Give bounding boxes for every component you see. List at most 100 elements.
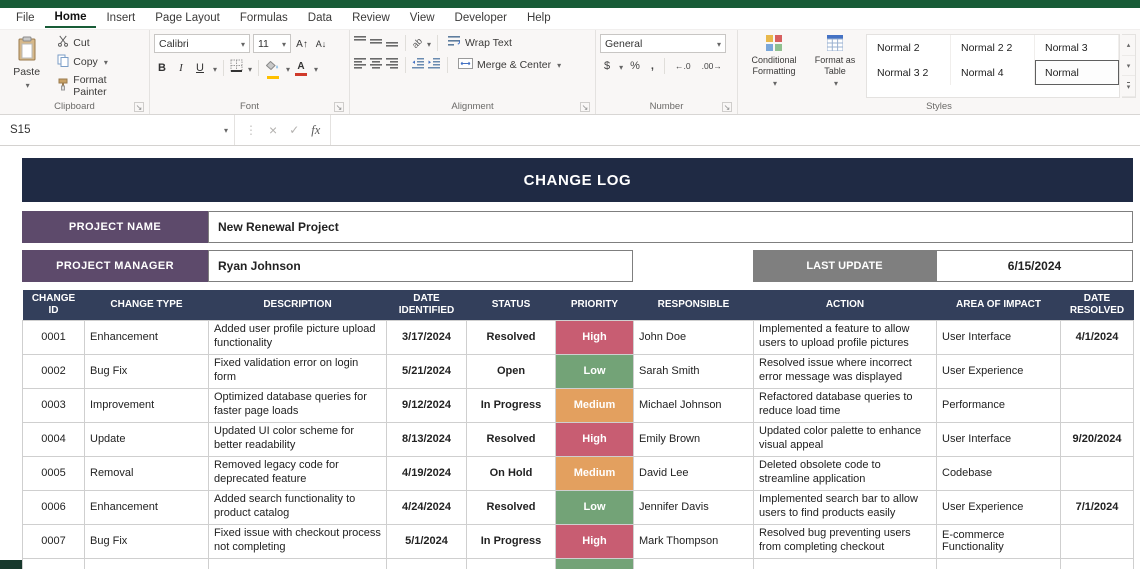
tab-insert[interactable]: Insert <box>96 10 145 27</box>
cell-change-id[interactable]: 0002 <box>22 353 85 389</box>
cell-change-type[interactable] <box>84 557 209 569</box>
cell-description[interactable]: Fixed issue with checkout process not co… <box>208 523 387 559</box>
cut-button[interactable]: Cut <box>53 34 145 51</box>
cell-area-of-impact[interactable]: User Interface <box>936 319 1061 355</box>
header-date-identified[interactable]: DATE IDENTIFIED <box>386 290 467 320</box>
style-gallery-item[interactable]: Normal 4 <box>951 60 1035 85</box>
tab-file[interactable]: File <box>6 10 45 27</box>
decrease-decimal-button[interactable] <box>698 59 726 73</box>
header-change-id[interactable]: CHANGE ID <box>22 290 85 320</box>
cell-priority[interactable]: High <box>555 319 634 355</box>
project-name-value-cell[interactable]: New Renewal Project <box>208 211 1133 243</box>
cell-description[interactable]: Optimized database queries for faster pa… <box>208 387 387 423</box>
cell-status[interactable]: On Hold <box>466 455 556 491</box>
tab-home[interactable]: Home <box>44 9 97 28</box>
format-as-table-button[interactable]: Format as Table <box>806 34 864 88</box>
cell-priority[interactable]: Low <box>555 489 634 525</box>
cell-responsible[interactable]: Jennifer Davis <box>633 489 754 525</box>
cell-responsible[interactable]: Sarah Smith <box>633 353 754 389</box>
number-format-select[interactable]: General <box>600 34 726 53</box>
cell-date-resolved[interactable] <box>1060 353 1134 389</box>
header-responsible[interactable]: RESPONSIBLE <box>633 290 754 320</box>
font-family-select[interactable]: Calibri <box>154 34 250 53</box>
confirm-entry-icon[interactable] <box>289 123 299 137</box>
fill-color-button[interactable] <box>265 57 281 79</box>
cell-date-identified[interactable]: 4/19/2024 <box>386 455 467 491</box>
merge-center-button[interactable]: Merge & Center <box>454 57 565 73</box>
cell-date-resolved[interactable]: 4/1/2024 <box>1060 319 1134 355</box>
cell-date-resolved[interactable]: 9/20/2024 <box>1060 421 1134 457</box>
cell-description[interactable]: Removed legacy code for deprecated featu… <box>208 455 387 491</box>
bold-button[interactable] <box>154 62 170 74</box>
borders-dropdown-icon[interactable] <box>246 59 252 77</box>
tab-view[interactable]: View <box>400 10 445 27</box>
cell-action[interactable]: Implemented a feature to allow users to … <box>753 319 937 355</box>
cell-date-resolved[interactable] <box>1060 557 1134 569</box>
tab-help[interactable]: Help <box>517 10 561 27</box>
italic-button[interactable] <box>173 62 189 74</box>
conditional-formatting-button[interactable]: Conditional Formatting <box>742 34 806 88</box>
gallery-more-icon[interactable] <box>1122 76 1135 98</box>
cell-area-of-impact[interactable]: E-commerce Functionality <box>936 523 1061 559</box>
cell-date-identified[interactable]: 3/17/2024 <box>386 319 467 355</box>
align-bottom-icon[interactable] <box>386 34 399 52</box>
cell-status[interactable]: Open <box>466 353 556 389</box>
alignment-dialog-launcher[interactable] <box>580 102 590 112</box>
cell-area-of-impact[interactable]: Codebase <box>936 455 1061 491</box>
cell-action[interactable]: Resolved bug preventing users from compl… <box>753 523 937 559</box>
accounting-dropdown-icon[interactable] <box>617 57 623 75</box>
align-right-icon[interactable] <box>386 56 399 74</box>
cell-change-id[interactable]: 0005 <box>22 455 85 491</box>
cell-change-type[interactable]: Enhancement <box>84 319 209 355</box>
increase-decimal-button[interactable] <box>671 59 695 73</box>
cell-date-resolved[interactable]: 7/1/2024 <box>1060 489 1134 525</box>
cell-priority[interactable]: Low <box>555 557 634 569</box>
cell-date-identified[interactable]: 9/12/2024 <box>386 387 467 423</box>
cell-action[interactable]: Implemented lazy loading to <box>753 557 937 569</box>
cell-change-id[interactable]: 0001 <box>22 319 85 355</box>
tab-review[interactable]: Review <box>342 10 400 27</box>
cell-status[interactable]: In Progress <box>466 523 556 559</box>
cell-action[interactable]: Refactored database queries to reduce lo… <box>753 387 937 423</box>
header-description[interactable]: DESCRIPTION <box>208 290 387 320</box>
align-middle-icon[interactable] <box>370 34 383 52</box>
cell-priority[interactable]: High <box>555 421 634 457</box>
percent-style-button[interactable] <box>626 59 644 73</box>
name-box-dropdown-icon[interactable] <box>222 124 228 136</box>
last-update-value-cell[interactable]: 6/15/2024 <box>936 250 1133 282</box>
cell-responsible[interactable] <box>633 557 754 569</box>
cell-date-identified[interactable]: 8/13/2024 <box>386 421 467 457</box>
font-dialog-launcher[interactable] <box>334 102 344 112</box>
cell-priority[interactable]: Low <box>555 353 634 389</box>
insert-function-icon[interactable] <box>311 123 320 138</box>
increase-indent-icon[interactable] <box>428 56 441 74</box>
cell-action[interactable]: Implemented search bar to allow users to… <box>753 489 937 525</box>
header-change-type[interactable]: CHANGE TYPE <box>84 290 209 320</box>
copy-dropdown-icon[interactable] <box>102 56 108 68</box>
project-manager-value-cell[interactable]: Ryan Johnson <box>208 250 633 282</box>
cell-change-id[interactable] <box>22 557 85 569</box>
format-painter-button[interactable]: Format Painter <box>53 73 145 99</box>
cell-action[interactable]: Deleted obsolete code to streamline appl… <box>753 455 937 491</box>
cell-date-resolved[interactable] <box>1060 455 1134 491</box>
cell-responsible[interactable]: Michael Johnson <box>633 387 754 423</box>
cell-area-of-impact[interactable]: User Experience <box>936 489 1061 525</box>
clipboard-dialog-launcher[interactable] <box>134 102 144 112</box>
align-center-icon[interactable] <box>370 56 383 74</box>
underline-dropdown-icon[interactable] <box>211 59 217 77</box>
cell-area-of-impact[interactable]: User Interface <box>936 421 1061 457</box>
style-gallery-item[interactable]: Normal <box>1035 60 1119 85</box>
paste-dropdown-icon[interactable] <box>24 79 30 91</box>
cell-change-id[interactable]: 0006 <box>22 489 85 525</box>
accounting-format-button[interactable] <box>600 59 614 73</box>
cell-description[interactable]: Updated UI color scheme for better reada… <box>208 421 387 457</box>
borders-icon[interactable] <box>230 59 243 77</box>
cancel-entry-icon[interactable] <box>269 122 277 138</box>
cell-status[interactable]: Resolved <box>466 489 556 525</box>
cell-date-identified[interactable]: 5/1/2024 <box>386 523 467 559</box>
cell-change-id[interactable]: 0007 <box>22 523 85 559</box>
cell-area-of-impact[interactable]: User Experience <box>936 353 1061 389</box>
cell-date-resolved[interactable] <box>1060 523 1134 559</box>
cell-change-type[interactable]: Update <box>84 421 209 457</box>
cell-change-id[interactable]: 0004 <box>22 421 85 457</box>
